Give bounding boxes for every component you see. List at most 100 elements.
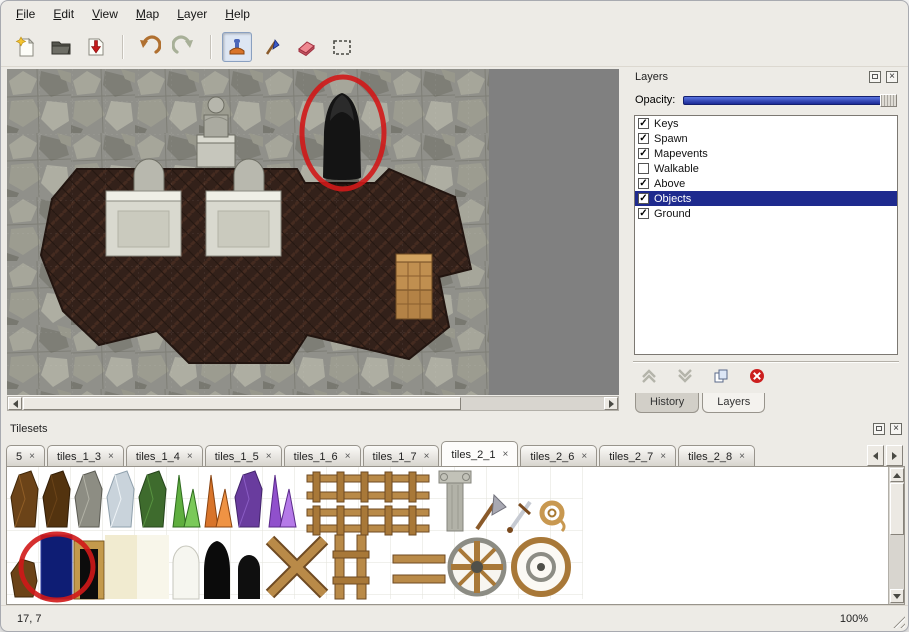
- opacity-slider-handle[interactable]: [880, 94, 897, 107]
- layer-checkbox[interactable]: ✓: [638, 133, 649, 144]
- layer-row-spawn[interactable]: ✓ Spawn: [635, 131, 897, 146]
- scrollbar-thumb[interactable]: [23, 397, 461, 410]
- opacity-label: Opacity:: [635, 94, 675, 106]
- menu-map[interactable]: Map: [127, 3, 168, 25]
- delete-layer-button[interactable]: [745, 367, 769, 385]
- tab-close-icon[interactable]: [345, 451, 351, 462]
- toolbar-separator: [210, 35, 211, 59]
- menu-layer[interactable]: Layer: [168, 3, 216, 25]
- tilesets-panel-titlebar: Tilesets: [4, 421, 907, 437]
- tilesets-panel-title: Tilesets: [4, 423, 873, 435]
- tab-close-icon[interactable]: [187, 451, 193, 462]
- toolbar-separator: [122, 35, 123, 59]
- layer-row-mapevents[interactable]: ✓ Mapevents: [635, 146, 897, 161]
- tab-close-icon[interactable]: [108, 451, 114, 462]
- scroll-left-button[interactable]: [8, 397, 22, 410]
- layer-checkbox[interactable]: ✓: [638, 178, 649, 189]
- tilesets-panel: Tilesets 5 tiles_1_3 tiles_1_4 tiles_1_5…: [4, 421, 907, 607]
- tab-close-icon[interactable]: [266, 451, 272, 462]
- undo-button[interactable]: [134, 32, 164, 62]
- tileset-tab[interactable]: tiles_1_7: [363, 445, 440, 467]
- duplicate-layer-button[interactable]: [709, 367, 733, 385]
- tileset-tab[interactable]: 5: [6, 445, 45, 467]
- opacity-row: Opacity:: [635, 93, 897, 107]
- layer-row-ground[interactable]: ✓ Ground: [635, 206, 897, 221]
- layer-checkbox[interactable]: ✓: [638, 208, 649, 219]
- tab-history[interactable]: History: [635, 393, 699, 413]
- layer-name: Walkable: [654, 163, 699, 175]
- map-horizontal-scrollbar[interactable]: [7, 396, 619, 411]
- layers-panel-title: Layers: [629, 71, 869, 83]
- fill-tool-button[interactable]: [257, 32, 287, 62]
- layer-move-down-button[interactable]: [673, 367, 697, 385]
- selected-tile[interactable]: [41, 535, 72, 599]
- menu-help[interactable]: Help: [216, 3, 259, 25]
- layer-row-above[interactable]: ✓ Above: [635, 176, 897, 191]
- tileset-tab[interactable]: tiles_2_8: [678, 445, 755, 467]
- layer-move-up-button[interactable]: [637, 367, 661, 385]
- tabs-scroll-right-button[interactable]: [886, 445, 903, 466]
- tileset-tab[interactable]: tiles_1_4: [126, 445, 203, 467]
- tab-close-icon[interactable]: [739, 451, 745, 462]
- layer-row-keys[interactable]: ✓ Keys: [635, 116, 897, 131]
- selection-rectangle-icon: [330, 35, 354, 59]
- menu-file[interactable]: File: [7, 3, 44, 25]
- tileset-tab[interactable]: tiles_1_6: [284, 445, 361, 467]
- open-button[interactable]: [46, 32, 76, 62]
- resize-grip[interactable]: [890, 613, 905, 628]
- save-button[interactable]: [81, 32, 111, 62]
- tileset-tab[interactable]: tiles_1_5: [205, 445, 282, 467]
- layer-checkbox[interactable]: ✓: [638, 193, 649, 204]
- tab-layers[interactable]: Layers: [702, 393, 765, 413]
- scroll-right-button[interactable]: [604, 397, 618, 410]
- app-window: File Edit View Map Layer Help: [0, 0, 909, 632]
- eraser-tool-button[interactable]: [292, 32, 322, 62]
- menu-view[interactable]: View: [83, 3, 127, 25]
- chevron-up-icon: [640, 369, 658, 383]
- right-arrow-icon: [892, 452, 897, 460]
- layer-name: Mapevents: [654, 148, 708, 160]
- tileset-tab-active[interactable]: tiles_2_1: [441, 441, 518, 467]
- tab-close-icon[interactable]: [502, 449, 508, 460]
- redo-icon: [172, 35, 196, 59]
- tab-close-icon[interactable]: [660, 451, 666, 462]
- float-panel-icon[interactable]: [873, 423, 885, 435]
- layer-checkbox[interactable]: ✓: [638, 118, 649, 129]
- close-panel-icon[interactable]: [890, 423, 902, 435]
- tileset-canvas[interactable]: [7, 467, 876, 603]
- layer-row-walkable[interactable]: Walkable: [635, 161, 897, 176]
- tab-scroll-arrows: [867, 445, 903, 466]
- menu-edit[interactable]: Edit: [44, 3, 83, 25]
- tileset-tab[interactable]: tiles_2_6: [520, 445, 597, 467]
- map-canvas[interactable]: [7, 69, 619, 395]
- stamp-tool-button[interactable]: [222, 32, 252, 62]
- tabs-scroll-left-button[interactable]: [867, 445, 884, 466]
- layer-checkbox[interactable]: ✓: [638, 148, 649, 159]
- redo-button[interactable]: [169, 32, 199, 62]
- tileset-tab[interactable]: tiles_2_7: [599, 445, 676, 467]
- scroll-up-button[interactable]: [890, 468, 904, 482]
- close-panel-icon[interactable]: [886, 71, 898, 83]
- layer-name: Objects: [654, 193, 691, 205]
- scroll-down-button[interactable]: [890, 589, 904, 603]
- select-tool-button[interactable]: [327, 32, 357, 62]
- layer-name: Keys: [654, 118, 678, 130]
- tab-close-icon[interactable]: [581, 451, 587, 462]
- layer-list: ✓ Keys ✓ Spawn ✓ Mapevents Walkable ✓ Ab…: [634, 115, 898, 355]
- tileset-tab[interactable]: tiles_1_3: [47, 445, 124, 467]
- copy-icon: [712, 369, 730, 383]
- layer-checkbox[interactable]: [638, 163, 649, 174]
- map-canvas-area: [7, 69, 619, 411]
- tab-close-icon[interactable]: [29, 451, 35, 462]
- opacity-slider[interactable]: [683, 94, 897, 107]
- float-panel-icon[interactable]: [869, 71, 881, 83]
- new-file-button[interactable]: [11, 32, 41, 62]
- layers-panel: Layers Opacity: ✓ Keys ✓ Spawn ✓ Mapeven…: [629, 69, 903, 413]
- scrollbar-thumb[interactable]: [890, 483, 904, 535]
- tileset-vertical-scrollbar[interactable]: [888, 467, 904, 604]
- tab-close-icon[interactable]: [424, 451, 430, 462]
- layers-panel-titlebar: Layers: [629, 69, 903, 85]
- new-file-icon: [14, 35, 38, 59]
- layer-row-objects[interactable]: ✓ Objects: [635, 191, 897, 206]
- layers-panel-tabs: History Layers: [635, 393, 768, 413]
